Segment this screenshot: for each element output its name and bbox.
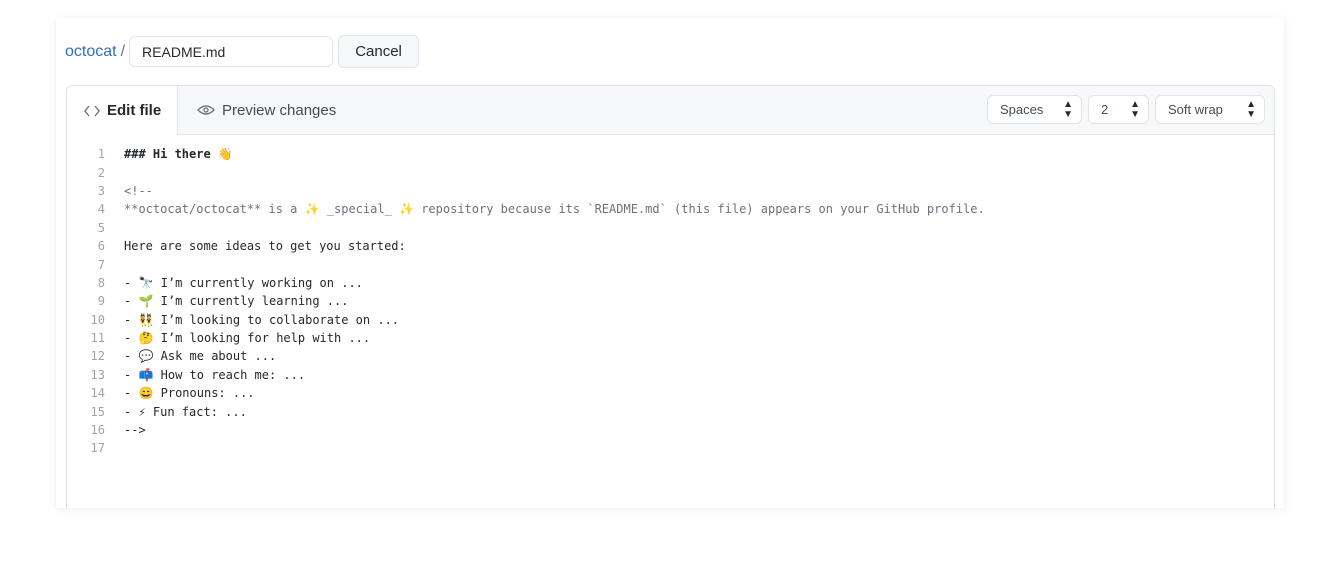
line-number: 9 (97, 294, 105, 309)
line-number: 8 (97, 275, 105, 290)
indent-mode-select[interactable]: Spaces ▲ ▼ (987, 95, 1082, 124)
select-arrows-icon: ▲ ▼ (1246, 98, 1256, 120)
line-text: - 📫 How to reach me: ... (124, 367, 306, 382)
line-text: **octocat/octocat** is a ✨ _special_ ✨ r… (124, 202, 985, 217)
code-line[interactable]: 8 - 🔭 I’m currently working on ... (67, 274, 1274, 292)
code-line[interactable]: 11 - 🤔 I’m looking for help with ... (67, 329, 1274, 347)
indent-size-select[interactable]: 2 ▲ ▼ (1088, 95, 1149, 124)
tab-preview-changes[interactable]: Preview changes (197, 86, 336, 134)
code-line[interactable]: 5 (67, 219, 1274, 237)
line-text: --> (124, 423, 146, 438)
line-number: 11 (90, 331, 105, 346)
code-line[interactable]: 1 ### Hi there 👋 (67, 145, 1274, 163)
path-separator: / (120, 42, 126, 60)
code-line[interactable]: 3 <!-- (67, 182, 1274, 200)
code-line[interactable]: 4 **octocat/octocat** is a ✨ _special_ ✨ … (67, 200, 1274, 218)
breadcrumb: octocat / Cancel (65, 35, 420, 68)
line-number: 7 (97, 257, 105, 272)
code-line[interactable]: 13 - 📫 How to reach me: ... (67, 366, 1274, 384)
line-number: 1 (97, 147, 105, 162)
line-text: <!-- (124, 183, 153, 198)
code-line[interactable]: 10 - 👯 I’m looking to collaborate on ... (67, 311, 1274, 329)
line-number: 4 (97, 202, 105, 217)
line-number: 3 (97, 183, 105, 198)
select-arrows-icon: ▲ ▼ (1063, 98, 1073, 120)
code-editor: Edit file Preview changes Spaces ▲ ▼ 2 ▲ ▼ (66, 85, 1275, 508)
line-number: 12 (90, 349, 105, 364)
line-text: - 🤔 I’m looking for help with ... (124, 331, 371, 346)
filename-input[interactable] (129, 36, 334, 67)
code-line[interactable]: 14 - 😄 Pronouns: ... (67, 384, 1274, 402)
code-line[interactable]: 7 (67, 255, 1274, 273)
line-text: - 🔭 I’m currently working on ... (124, 275, 363, 290)
code-line[interactable]: 17 (67, 439, 1274, 457)
indent-mode-value: Spaces (1000, 102, 1044, 117)
tab-edit-label: Edit file (107, 102, 162, 119)
line-number: 10 (90, 312, 105, 327)
line-number: 5 (97, 220, 105, 235)
line-number: 14 (90, 386, 105, 401)
line-text: - 😄 Pronouns: ... (124, 386, 255, 401)
line-text: - 💬 Ask me about ... (124, 349, 277, 364)
line-text: Here are some ideas to get you started: (124, 239, 406, 254)
eye-icon (197, 104, 215, 116)
code-line[interactable]: 2 (67, 163, 1274, 181)
tab-preview-label: Preview changes (222, 101, 337, 119)
code-line[interactable]: 16 --> (67, 421, 1274, 439)
code-line[interactable]: 12 - 💬 Ask me about ... (67, 347, 1274, 365)
code-line[interactable]: 9 - 🌱 I’m currently learning ... (67, 292, 1274, 310)
code-icon (84, 105, 100, 117)
line-text: - 🌱 I’m currently learning ... (124, 294, 349, 309)
line-text: - ⚡ Fun fact: ... (124, 404, 247, 419)
tab-edit-file[interactable]: Edit file (67, 86, 178, 135)
line-number: 6 (97, 239, 105, 254)
line-number: 13 (90, 367, 105, 382)
owner-link[interactable]: octocat (65, 43, 117, 61)
line-number: 15 (90, 404, 105, 419)
code-line[interactable]: 6 Here are some ideas to get you started: (67, 237, 1274, 255)
code-line[interactable]: 15 - ⚡ Fun fact: ... (67, 402, 1274, 420)
editor-options: Spaces ▲ ▼ 2 ▲ ▼ Soft wrap ▲ ▼ (987, 95, 1265, 124)
editor-toolbar: Edit file Preview changes Spaces ▲ ▼ 2 ▲ ▼ (67, 86, 1274, 135)
line-number: 17 (90, 441, 105, 456)
cancel-button[interactable]: Cancel (338, 35, 420, 68)
file-editor-card: octocat / Cancel Edit file Preview chang… (56, 18, 1284, 508)
line-number: 2 (97, 165, 105, 180)
line-text: - 👯 I’m looking to collaborate on ... (124, 312, 400, 327)
wrap-mode-select[interactable]: Soft wrap ▲ ▼ (1155, 95, 1265, 124)
line-text: ### Hi there 👋 (124, 147, 233, 162)
line-number: 16 (90, 423, 105, 438)
code-area[interactable]: 1 ### Hi there 👋 2 3 <!-- 4 **octocat/octocat*… (67, 145, 1274, 458)
wrap-mode-value: Soft wrap (1168, 102, 1223, 117)
select-arrows-icon: ▲ ▼ (1130, 98, 1140, 120)
indent-size-value: 2 (1101, 102, 1109, 117)
